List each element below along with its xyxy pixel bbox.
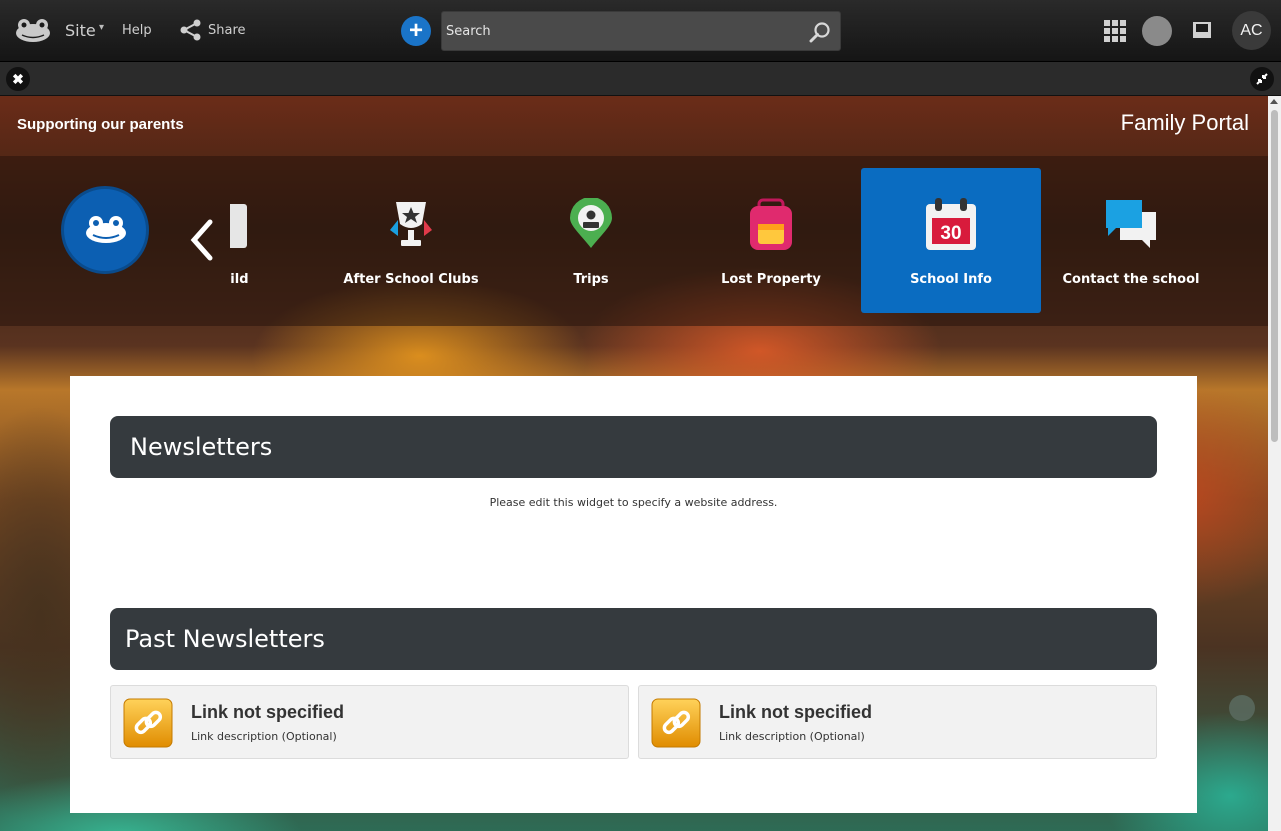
site-tagline: Supporting our parents bbox=[17, 116, 184, 133]
nav-item-child-clip: Child bbox=[230, 156, 290, 326]
help-link[interactable]: Help bbox=[122, 23, 152, 38]
site-menu[interactable]: Site bbox=[65, 21, 96, 40]
scroll-up-icon[interactable] bbox=[1270, 99, 1278, 104]
scroll-thumb[interactable] bbox=[1271, 110, 1278, 442]
help-frog-icon[interactable] bbox=[1229, 695, 1255, 721]
chevron-left-icon[interactable] bbox=[186, 218, 216, 262]
status-indicator[interactable] bbox=[1142, 16, 1172, 46]
avatar[interactable]: AC bbox=[1232, 11, 1271, 50]
id-card-icon bbox=[230, 204, 247, 248]
nav-item-after-school-clubs[interactable]: After School Clubs bbox=[321, 168, 501, 313]
frog-logo-icon[interactable] bbox=[14, 16, 52, 44]
page-toolbar: ✖ bbox=[0, 62, 1281, 96]
search-box bbox=[441, 11, 841, 51]
frog-icon bbox=[86, 216, 126, 243]
collapse-button[interactable] bbox=[1250, 67, 1274, 91]
nav-item-label: Trips bbox=[573, 272, 609, 287]
nav-item-label: Lost Property bbox=[721, 272, 821, 287]
add-button[interactable]: + bbox=[401, 16, 431, 46]
calendar-icon: 30 bbox=[926, 198, 976, 250]
nav-item-school-info[interactable]: 30 School Info bbox=[861, 168, 1041, 313]
nav-item-label: After School Clubs bbox=[343, 272, 479, 287]
link-title: Link not specified bbox=[191, 702, 345, 722]
nav-carousel: Child After School Clubs Trips bbox=[0, 156, 1268, 326]
link-title: Link not specified bbox=[719, 702, 873, 722]
link-icon bbox=[123, 698, 173, 748]
trophy-icon bbox=[390, 202, 432, 246]
share-icon[interactable] bbox=[179, 19, 203, 41]
link-card[interactable]: Link not specified Link description (Opt… bbox=[110, 685, 629, 759]
nav-item-trips[interactable]: Trips bbox=[501, 168, 681, 313]
close-button[interactable]: ✖ bbox=[6, 67, 30, 91]
content-panel: Newsletters Please edit this widget to s… bbox=[70, 376, 1197, 813]
past-newsletters-heading: Past Newsletters bbox=[110, 608, 1157, 670]
search-icon[interactable] bbox=[809, 21, 831, 43]
collapse-arrows-icon bbox=[1256, 73, 1268, 85]
chevron-down-icon[interactable]: ▾ bbox=[99, 22, 104, 33]
map-pin-icon bbox=[570, 198, 612, 248]
nav-item-label: Contact the school bbox=[1062, 272, 1200, 287]
newsletters-heading: Newsletters bbox=[110, 416, 1157, 478]
nav-item-label: Child bbox=[230, 272, 249, 287]
nav-item-contact-the-school[interactable]: Contact the school bbox=[1041, 168, 1221, 313]
share-link[interactable]: Share bbox=[208, 23, 246, 38]
search-input[interactable] bbox=[446, 20, 796, 42]
chat-bubbles-icon bbox=[1106, 200, 1156, 248]
site-content: Supporting our parents Family Portal ild… bbox=[0, 96, 1268, 831]
backpack-icon bbox=[750, 198, 792, 250]
link-icon bbox=[651, 698, 701, 748]
calendar-day: 30 bbox=[940, 223, 961, 244]
page-scrollbar[interactable] bbox=[1268, 96, 1281, 831]
link-description: Link description (Optional) bbox=[191, 730, 337, 743]
link-description: Link description (Optional) bbox=[719, 730, 865, 743]
nav-item-label: School Info bbox=[910, 272, 992, 287]
top-bar: Site ▾ Help Share + AC bbox=[0, 0, 1281, 62]
widget-placeholder-note: Please edit this widget to specify a web… bbox=[489, 496, 778, 509]
apps-grid-icon[interactable] bbox=[1104, 20, 1126, 42]
nav-item-child[interactable]: Child bbox=[230, 168, 290, 313]
link-card[interactable]: Link not specified Link description (Opt… bbox=[638, 685, 1157, 759]
page-title: Family Portal bbox=[1120, 110, 1249, 135]
inbox-icon[interactable] bbox=[1192, 21, 1212, 39]
school-logo[interactable] bbox=[61, 186, 149, 274]
nav-item-lost-property[interactable]: Lost Property bbox=[681, 168, 861, 313]
